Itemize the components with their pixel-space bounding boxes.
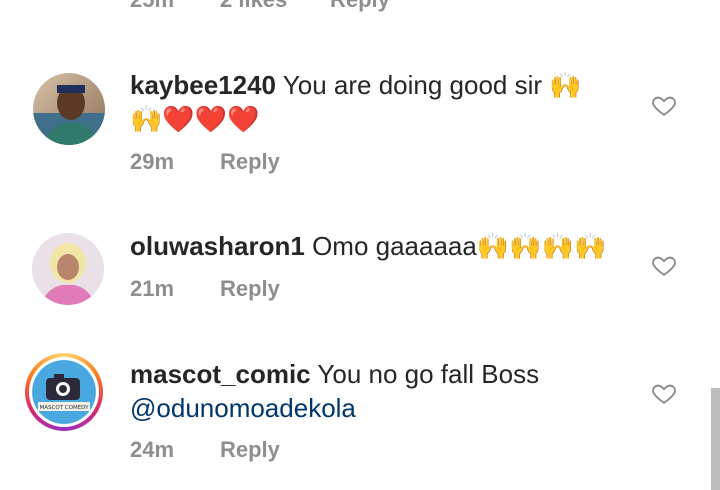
profile-photo (33, 73, 105, 145)
comment-time: 24m (130, 437, 175, 462)
comment-username[interactable]: mascot_comic (130, 359, 311, 389)
logo-text: MASCOT COMEDY (40, 405, 90, 411)
avatar: MASCOT COMEDY (29, 357, 99, 427)
comment-text: kaybee1240 You are doing good sir 🙌 🙌❤️❤… (130, 68, 630, 136)
avatar-story-ring[interactable]: MASCOT COMEDY (25, 353, 103, 431)
previous-comment-meta: 25m 2 likes Reply (130, 0, 390, 13)
comment-username[interactable]: kaybee1240 (130, 70, 276, 100)
profile-photo (32, 233, 104, 305)
avatar[interactable] (32, 233, 104, 305)
reply-button[interactable]: Reply (220, 149, 280, 175)
heart-outline-icon[interactable] (650, 380, 678, 406)
comment-text: mascot_comic You no go fall Boss @odunom… (130, 357, 630, 425)
comment-meta: 24m Reply (130, 437, 280, 463)
comment-time: 29m (130, 149, 175, 174)
comment-time: 21m (130, 276, 175, 301)
comment-body: You no go fall Boss (317, 359, 540, 389)
comment-text: oluwasharon1 Omo gaaaaaa🙌🙌🙌🙌 (130, 229, 630, 263)
avatar[interactable] (33, 73, 105, 145)
mention-link[interactable]: @odunomoadekola (130, 393, 356, 423)
comment-time: 25m (130, 0, 220, 13)
comment-username[interactable]: oluwasharon1 (130, 231, 305, 261)
scrollbar[interactable] (711, 388, 720, 490)
comment-meta: 29m Reply (130, 149, 280, 175)
comment-body: You are doing good sir 🙌 (282, 70, 582, 100)
comment-body: Omo gaaaaaa🙌🙌🙌🙌 (312, 231, 607, 261)
comment-meta: 21m Reply (130, 276, 280, 302)
heart-outline-icon[interactable] (650, 252, 678, 278)
reply-button[interactable]: Reply (330, 0, 390, 13)
reply-button[interactable]: Reply (220, 437, 280, 463)
mascot-comedy-logo: MASCOT COMEDY (32, 360, 96, 424)
comment-body-emojis: 🙌❤️❤️❤️ (130, 104, 260, 134)
reply-button[interactable]: Reply (220, 276, 280, 302)
heart-outline-icon[interactable] (650, 92, 678, 118)
likes-count[interactable]: 2 likes (220, 0, 330, 13)
